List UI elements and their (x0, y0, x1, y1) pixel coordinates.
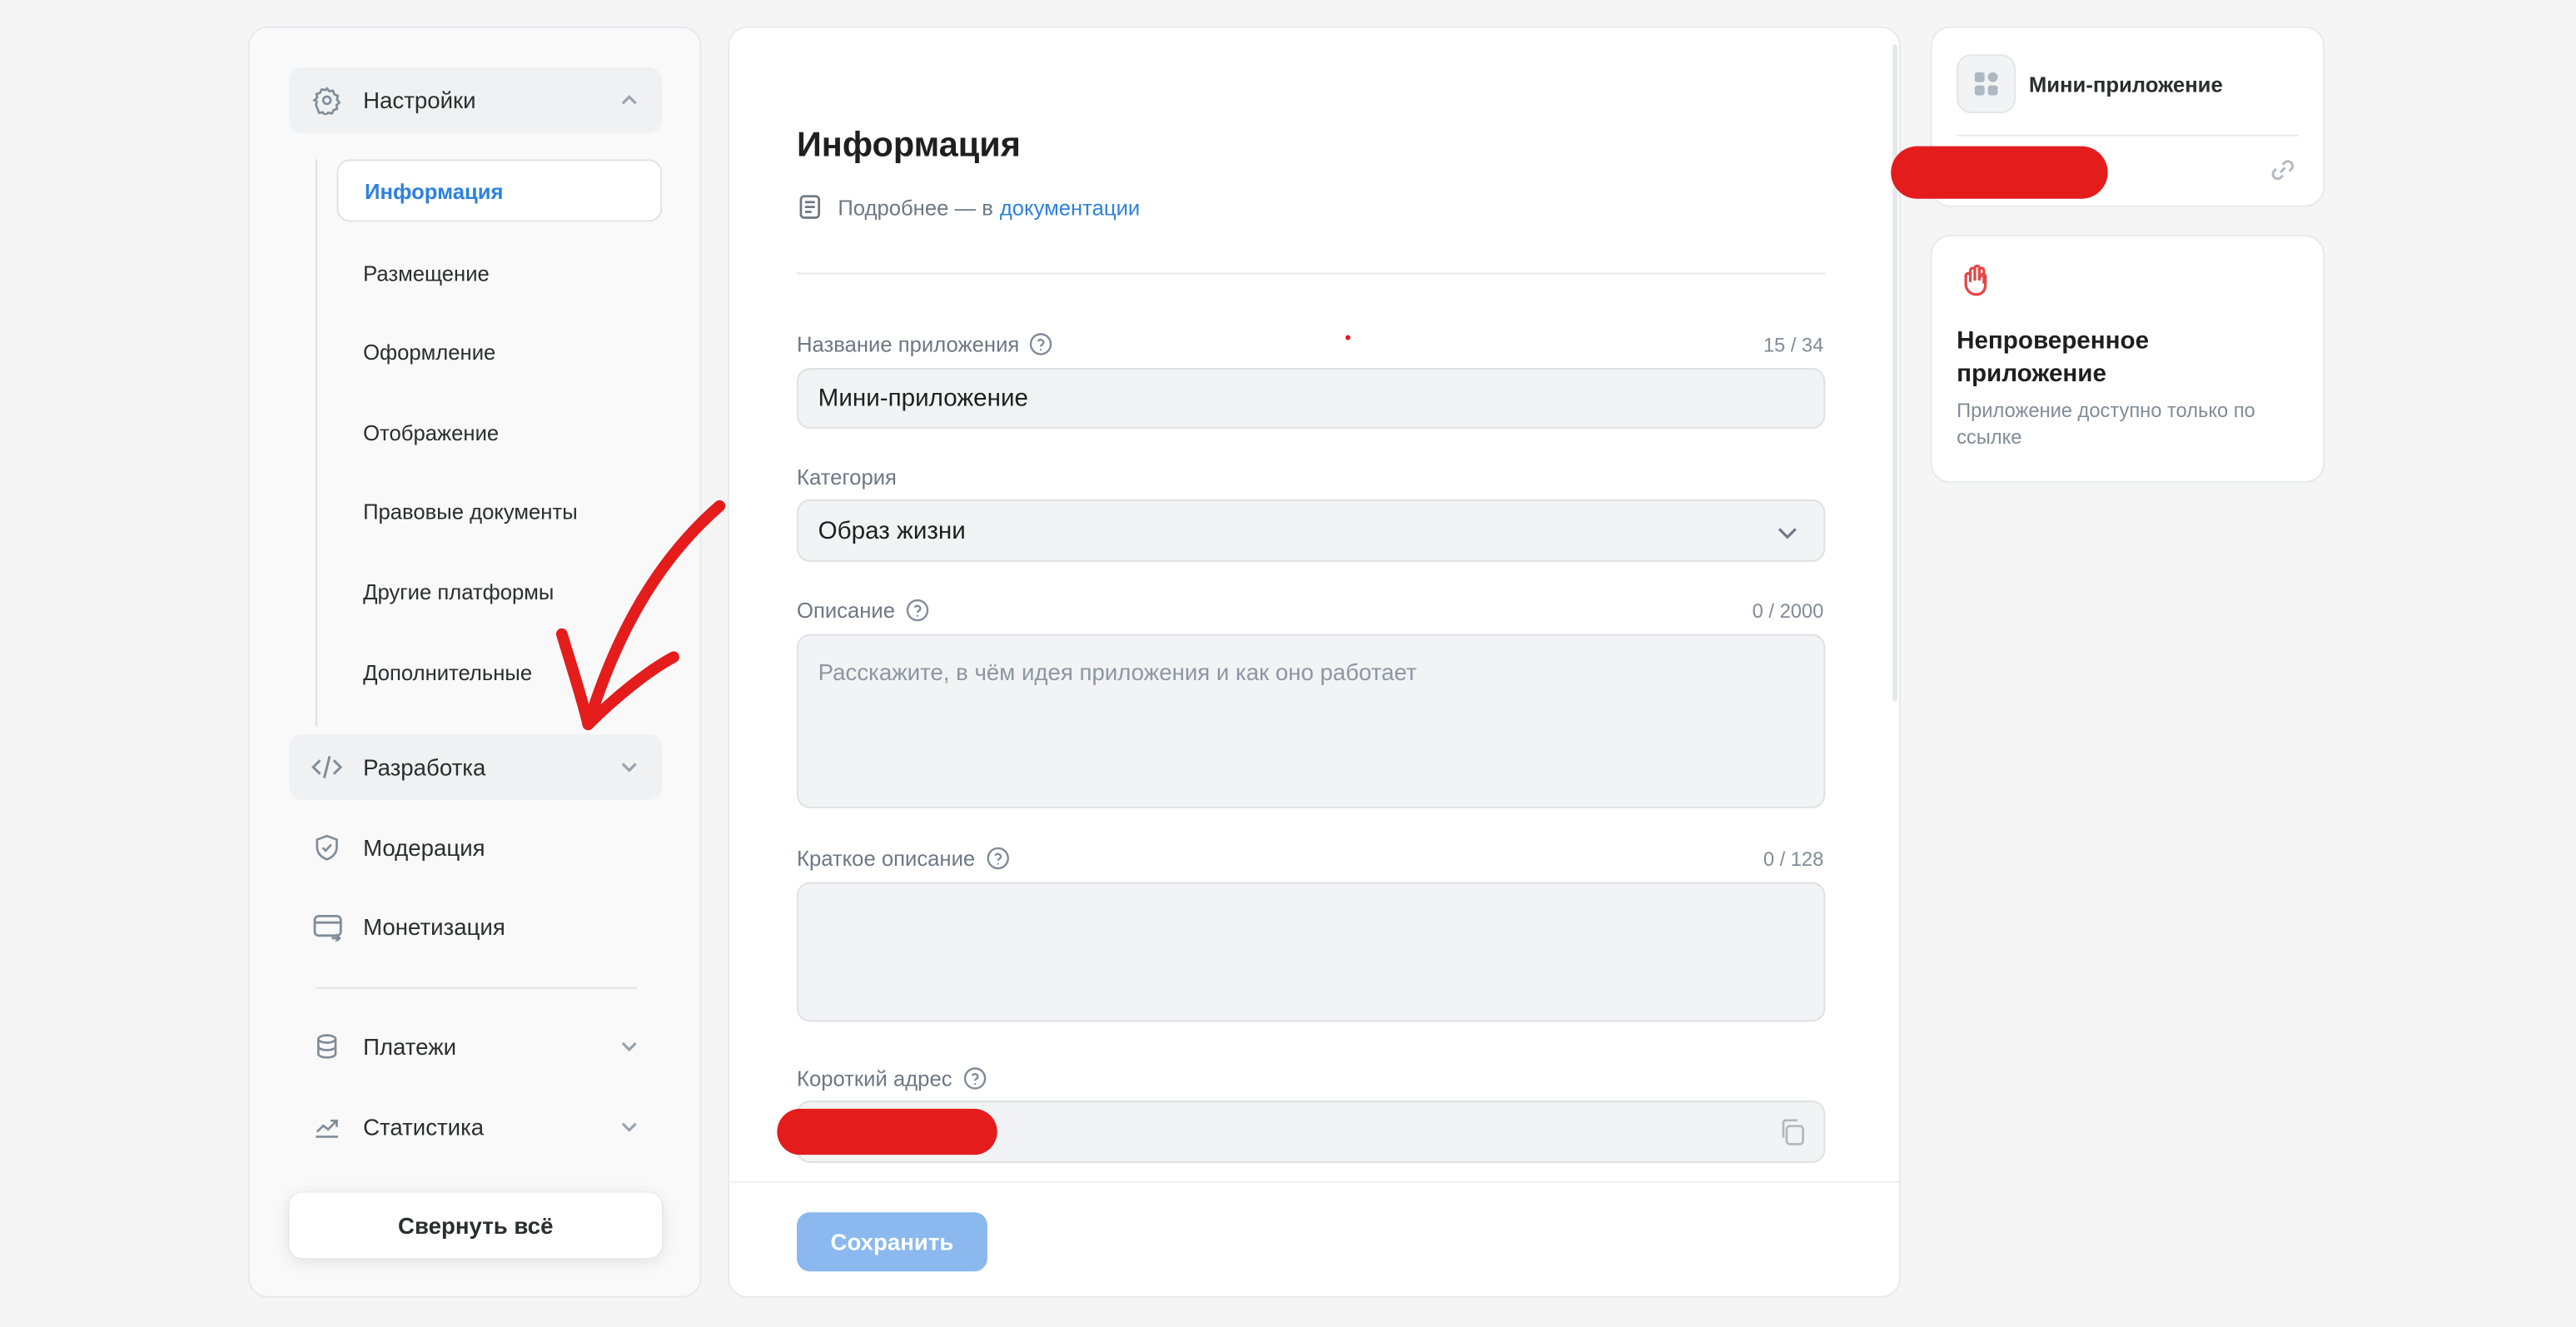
chevron-down-icon (616, 1033, 643, 1060)
short-description-counter: 0 / 128 (1763, 847, 1824, 871)
chevron-down-icon (616, 1114, 643, 1141)
app-name-input[interactable]: Мини-приложение (797, 367, 1826, 430)
chevron-up-icon (616, 87, 643, 114)
category-label: Категория (797, 465, 897, 490)
main-panel: Информация Подробнее — в документации На… (728, 26, 1902, 1298)
sidebar-item-information[interactable]: Информация (336, 159, 663, 222)
link-icon[interactable] (2269, 156, 2297, 184)
description-counter: 0 / 2000 (1752, 599, 1824, 623)
code-icon (311, 751, 343, 783)
help-icon[interactable] (905, 598, 930, 623)
footer-divider (729, 1180, 1900, 1183)
app-name-counter: 15 / 34 (1763, 333, 1824, 357)
documentation-prefix: Подробнее — в (838, 194, 993, 220)
short-description-label: Краткое описание (797, 846, 1010, 871)
description-label: Описание (797, 598, 929, 623)
scrollbar[interactable] (1892, 44, 1898, 702)
sidebar-group-statistics[interactable]: Статистика (289, 1094, 662, 1160)
sidebar-group-payments[interactable]: Платежи (289, 1013, 662, 1079)
page-title: Информация (797, 126, 1021, 165)
app-name-label-text: Название приложения (797, 331, 1020, 357)
chart-line-icon (311, 1111, 343, 1143)
sidebar-item-label: Модерация (363, 834, 485, 861)
sidebar-group-label: Платежи (363, 1033, 457, 1060)
chevron-down-icon (616, 754, 643, 781)
category-value: Образ жизни (818, 516, 966, 545)
copy-icon[interactable] (1778, 1117, 1808, 1153)
sidebar-item-label: Монетизация (363, 913, 505, 940)
annotation-arrow (555, 499, 726, 731)
card-icon (311, 910, 343, 942)
status-title: Непроверенное приложение (1957, 326, 2150, 388)
save-button[interactable]: Сохранить (797, 1212, 987, 1272)
sidebar-group-label: Разработка (363, 753, 486, 781)
annotation-dot (1345, 335, 1350, 340)
sidebar-item-design[interactable]: Оформление (337, 321, 663, 383)
sidebar-item-monetization[interactable]: Монетизация (289, 893, 662, 959)
status-card: Непроверенное приложение Приложение дост… (1930, 235, 2325, 484)
gear-icon (311, 84, 343, 117)
sidebar-group-label: Статистика (363, 1113, 485, 1141)
category-select[interactable]: Образ жизни (797, 499, 1826, 562)
short-address-label-text: Короткий адрес (797, 1066, 952, 1091)
shield-icon (311, 831, 343, 863)
help-icon[interactable] (985, 846, 1010, 871)
document-icon (797, 194, 823, 221)
sidebar-group-label: Настройки (363, 87, 476, 114)
app-grid-icon (1957, 54, 2017, 114)
collapse-all-button[interactable]: Свернуть всё (289, 1192, 663, 1259)
app-card-name: Мини-приложение (2028, 72, 2223, 97)
short-description-textarea[interactable] (797, 882, 1826, 1022)
chevron-down-icon (1774, 519, 1801, 546)
short-address-label: Короткий адрес (797, 1066, 987, 1091)
description-textarea[interactable]: Расскажите, в чём идея приложения и как … (797, 634, 1826, 808)
documentation-hint: Подробнее — в документации (797, 194, 1140, 221)
short-description-label-text: Краткое описание (797, 846, 976, 871)
sidebar-divider (315, 987, 638, 989)
sidebar-group-settings[interactable]: Настройки (289, 67, 663, 133)
help-icon[interactable] (962, 1066, 987, 1091)
sidebar-item-display[interactable]: Отображение (337, 400, 663, 463)
hand-stop-icon (1958, 263, 1994, 299)
app-card-divider (1957, 134, 2299, 137)
app-name-label: Название приложения (797, 331, 1054, 357)
description-label-text: Описание (797, 598, 896, 623)
documentation-link[interactable]: документации (1000, 195, 1140, 220)
redaction-mark (777, 1108, 997, 1156)
help-icon[interactable] (1029, 332, 1054, 357)
redaction-mark (1891, 146, 2108, 199)
sidebar-item-moderation[interactable]: Модерация (289, 815, 662, 881)
status-subtitle: Приложение доступно только по ссылке (1957, 399, 2255, 449)
coins-icon (311, 1030, 343, 1062)
section-divider (797, 272, 1826, 275)
sidebar-item-placement[interactable]: Размещение (337, 241, 663, 304)
